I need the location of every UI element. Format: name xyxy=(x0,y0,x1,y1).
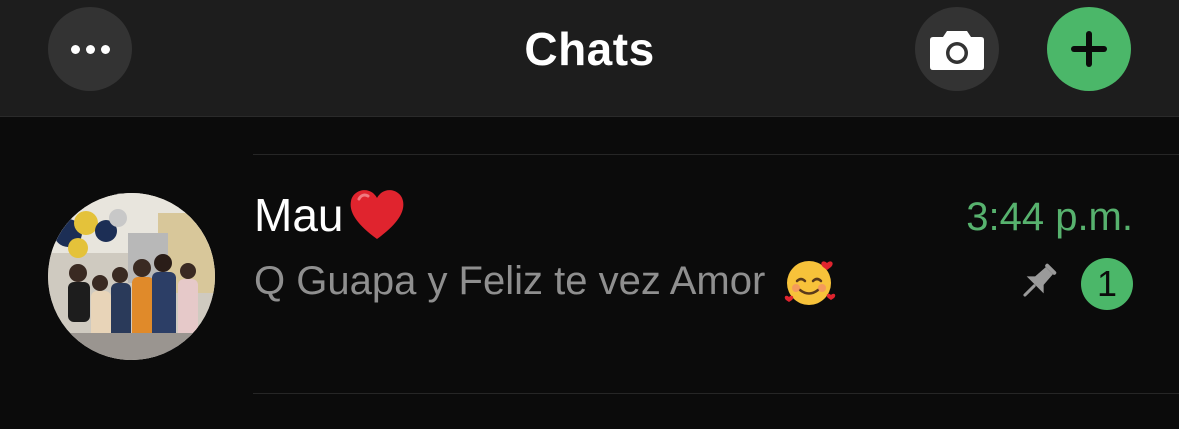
page-title: Chats xyxy=(524,23,655,75)
chat-list-item[interactable]: Mau 3:44 p.m. Q Guapa y Feliz te vez Amo… xyxy=(0,155,1179,393)
avatar xyxy=(48,193,215,360)
smiling-face-with-hearts-emoji xyxy=(785,261,836,305)
plus-icon xyxy=(1071,31,1107,67)
camera-button[interactable] xyxy=(915,7,999,91)
chat-timestamp: 3:44 p.m. xyxy=(966,195,1133,239)
last-message-text: Q Guapa y Feliz te vez Amor xyxy=(254,259,766,303)
chat-name: Mau xyxy=(254,187,407,243)
camera-icon xyxy=(930,31,984,70)
list-divider xyxy=(253,393,1179,394)
contact-name: Mau xyxy=(254,189,344,241)
last-message-preview: Q Guapa y Feliz te vez Amor xyxy=(254,253,837,309)
pin-icon xyxy=(1023,263,1057,297)
chats-screen: Chats Mau 3:44 p.m. Q Guapa y Feliz te v… xyxy=(0,0,1179,429)
header-bar: Chats xyxy=(0,0,1179,117)
new-chat-button[interactable] xyxy=(1047,7,1131,91)
unread-count-badge: 1 xyxy=(1081,258,1133,310)
heart-emoji xyxy=(351,190,404,239)
